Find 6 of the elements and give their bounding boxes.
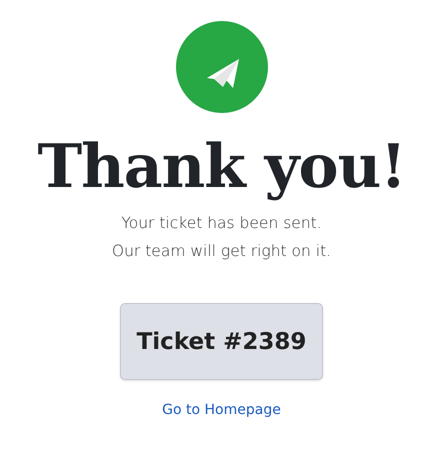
message-text: Our team will get right on it. — [112, 241, 332, 262]
heading: Thank you! — [37, 131, 406, 204]
paper-plane-icon — [176, 21, 268, 113]
homepage-link[interactable]: Go to Homepage — [162, 402, 281, 418]
message-text: Your ticket has been sent. — [121, 213, 322, 234]
ticket-number: Ticket #2389 — [120, 303, 323, 380]
